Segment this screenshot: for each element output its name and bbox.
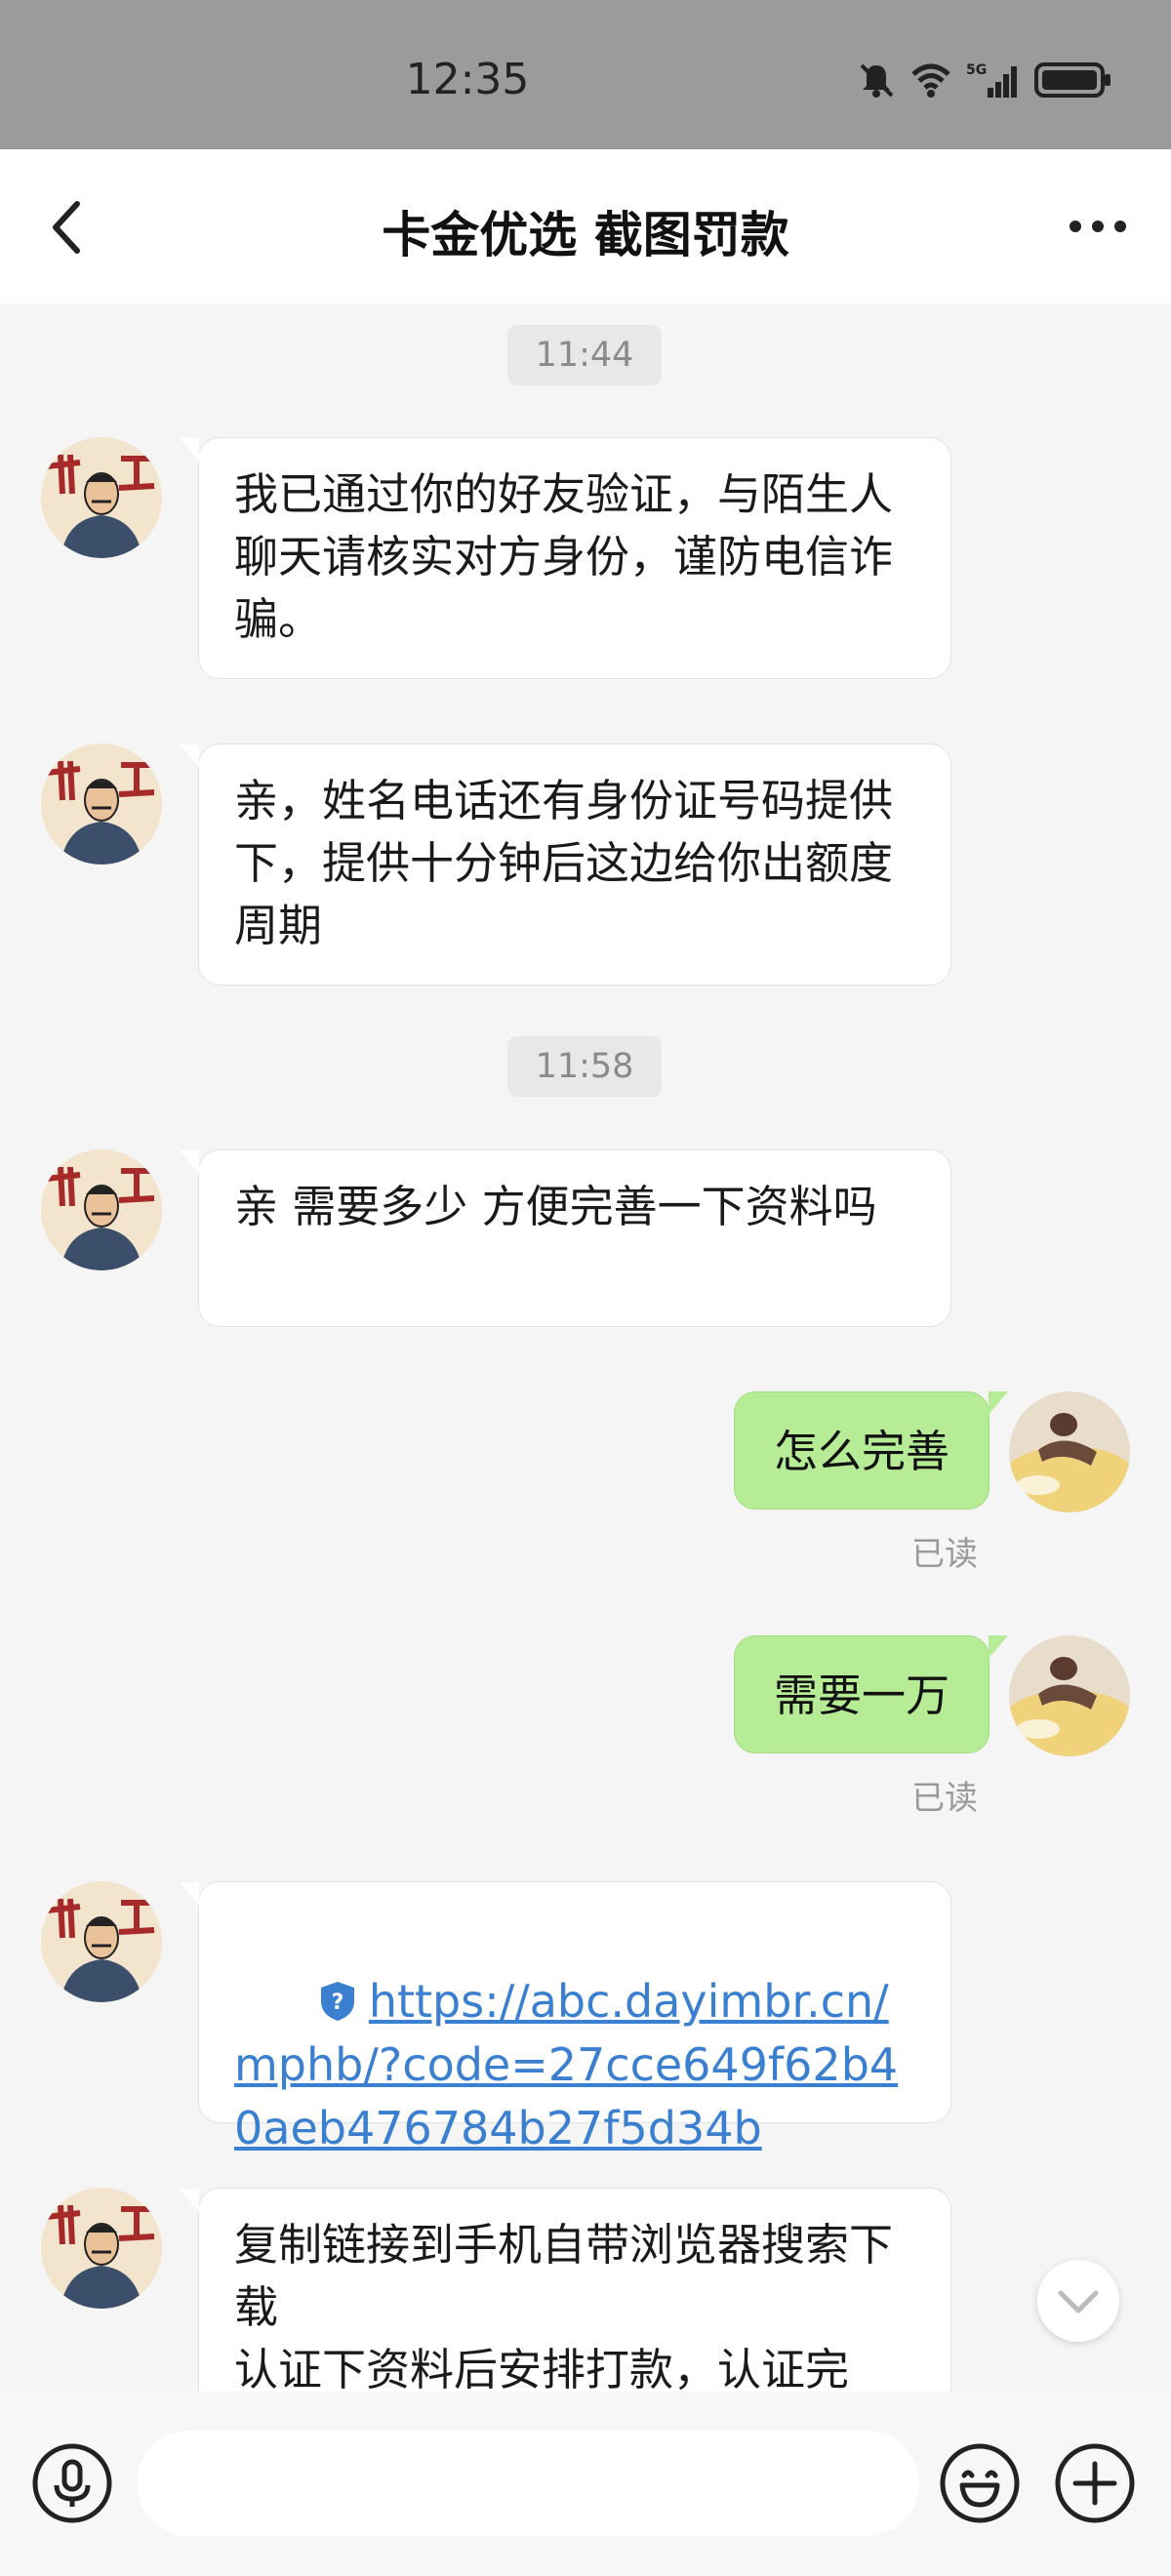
- message-bubble[interactable]: 亲 需要多少 方便完善一下资料吗: [180, 1149, 951, 1327]
- avatar[interactable]: [41, 437, 162, 558]
- contact-avatar-icon: [41, 1149, 162, 1270]
- link-message-bubble[interactable]: ? https://abc.dayimbr.cn/mphb/?code=27cce…: [180, 1881, 951, 2154]
- status-icons: 5G: [857, 60, 1112, 100]
- status-bar: 12:35 5G: [0, 0, 1171, 149]
- message-text: 亲，姓名电话还有身份证号码提供下，提供十分钟后这边给你出额度周期: [234, 775, 894, 951]
- timestamp: 11:58: [507, 1036, 662, 1097]
- message-list[interactable]: 11:44 我已通过你的好友验证，与陌生人聊天请核实对方身份，谨防电信诈骗。 亲…: [0, 303, 1171, 2392]
- user-avatar-icon: [1009, 1391, 1130, 1512]
- read-receipt: 已读: [911, 1535, 978, 1574]
- signal-5g-icon: 5G: [966, 62, 1017, 98]
- contact-avatar-icon: [41, 744, 162, 865]
- user-avatar-icon: [1009, 1635, 1130, 1756]
- shield-icon: ?: [320, 1982, 354, 2021]
- avatar[interactable]: [41, 2188, 162, 2309]
- wifi-icon: [911, 63, 950, 98]
- voice-icon[interactable]: [31, 2442, 113, 2524]
- contact-avatar-icon: [41, 437, 162, 558]
- avatar[interactable]: [41, 744, 162, 865]
- input-bar: [0, 2392, 1171, 2576]
- more-dots-icon[interactable]: [1069, 220, 1127, 233]
- svg-text:?: ?: [331, 1991, 343, 2015]
- avatar[interactable]: [41, 1149, 162, 1270]
- read-receipt: 已读: [911, 1779, 978, 1818]
- message-input[interactable]: [137, 2431, 919, 2536]
- mute-bell-icon: [860, 63, 894, 98]
- avatar[interactable]: [41, 1881, 162, 2002]
- message-text: 亲 需要多少 方便完善一下资料吗: [234, 1181, 877, 1232]
- chat-header: 卡金优选 截图罚款: [0, 149, 1171, 303]
- message-bubble[interactable]: 亲，姓名电话还有身份证号码提供下，提供十分钟后这边给你出额度周期: [180, 744, 951, 986]
- my-avatar[interactable]: [1009, 1635, 1130, 1756]
- contact-avatar-icon: [41, 1881, 162, 2002]
- message-text: 我已通过你的好友验证，与陌生人聊天请核实对方身份，谨防电信诈骗。: [234, 468, 894, 645]
- timestamp: 11:44: [507, 325, 662, 385]
- add-icon[interactable]: [1054, 2442, 1136, 2524]
- message-text: 需要一万: [773, 1670, 949, 1721]
- scroll-to-bottom-button[interactable]: [1037, 2260, 1119, 2342]
- message-bubble[interactable]: 我已通过你的好友验证，与陌生人聊天请核实对方身份，谨防电信诈骗。: [180, 437, 951, 679]
- battery-icon: [1034, 62, 1110, 98]
- emoji-icon[interactable]: [939, 2442, 1021, 2524]
- chat-title: 卡金优选 截图罚款: [382, 207, 789, 263]
- my-message-bubble[interactable]: 需要一万: [733, 1635, 1009, 1753]
- message-text: 复制链接到手机自带浏览器搜索下载 认证下资料后安排打款，认证完: [234, 2219, 894, 2392]
- svg-text:5G: 5G: [966, 62, 987, 78]
- chevron-down-icon: [1058, 2290, 1099, 2314]
- message-text: 怎么完善: [773, 1426, 949, 1477]
- my-avatar[interactable]: [1009, 1391, 1130, 1512]
- message-bubble[interactable]: 复制链接到手机自带浏览器搜索下载 认证下资料后安排打款，认证完: [180, 2188, 951, 2392]
- status-time: 12:35: [405, 55, 530, 104]
- my-message-bubble[interactable]: 怎么完善: [733, 1391, 1009, 1509]
- contact-avatar-icon: [41, 2188, 162, 2309]
